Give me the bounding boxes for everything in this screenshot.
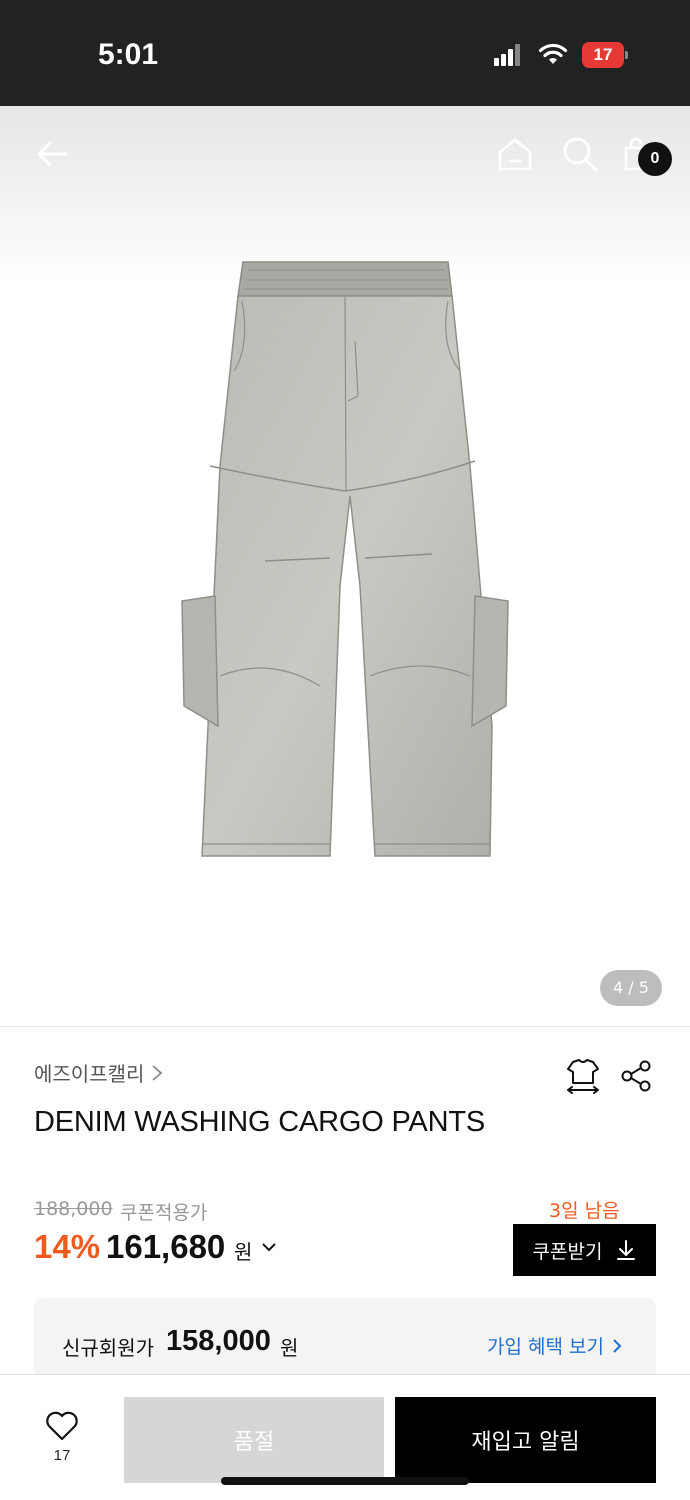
search-icon	[563, 137, 598, 172]
cart-count-badge: 0	[638, 142, 672, 176]
discount-rate: 14%	[34, 1228, 101, 1265]
home-icon	[498, 138, 532, 171]
product-image	[181, 261, 509, 857]
share-icon	[621, 1060, 651, 1092]
size-guide-button[interactable]	[563, 1056, 603, 1096]
download-coupon-button[interactable]: 쿠폰받기	[513, 1224, 656, 1276]
coupon-price-label: 쿠폰적용가	[120, 1202, 208, 1224]
status-time: 5:01	[98, 38, 159, 71]
download-icon	[617, 1240, 636, 1260]
heart-icon	[46, 1411, 78, 1441]
original-price: 188,000	[34, 1198, 113, 1220]
coupon-days-left: 3일 남음	[549, 1200, 620, 1222]
member-price: 158,000	[166, 1325, 271, 1357]
size-guide-icon	[567, 1059, 599, 1094]
product-image-gallery[interactable]: 0 4 / 5	[0, 106, 690, 1026]
restock-alert-button[interactable]: 재입고 알림	[395, 1397, 656, 1483]
divider	[0, 1026, 690, 1027]
join-benefits-link[interactable]: 가입 혜택 보기	[487, 1332, 622, 1359]
like-count: 17	[53, 1447, 71, 1464]
member-currency: 원	[280, 1336, 299, 1360]
product-title: DENIM WASHING CARGO PANTS	[34, 1106, 485, 1138]
coupon-button-label: 쿠폰받기	[532, 1240, 603, 1263]
member-price-label: 신규회원가	[62, 1336, 154, 1360]
chevron-right-icon	[152, 1064, 163, 1081]
share-button[interactable]	[616, 1056, 656, 1096]
cellular-signal-icon	[494, 44, 522, 66]
like-button[interactable]: 17	[36, 1411, 88, 1481]
brand-link[interactable]: 에즈이프캘리	[34, 1058, 164, 1087]
home-indicator	[221, 1477, 469, 1485]
soldout-button: 품절	[124, 1397, 384, 1483]
battery-icon: 17	[582, 42, 628, 68]
status-bar: 5:01 17	[0, 0, 690, 106]
image-page-indicator: 4 / 5	[600, 970, 662, 1006]
sale-price: 161,680	[106, 1228, 226, 1265]
back-arrow-icon	[37, 141, 68, 167]
brand-name: 에즈이프캘리	[34, 1062, 145, 1086]
wifi-icon	[538, 43, 568, 64]
battery-level: 17	[582, 42, 624, 68]
chevron-down-icon[interactable]	[260, 1240, 278, 1254]
bottom-action-bar: 17 품절 재입고 알림	[0, 1374, 690, 1500]
search-button[interactable]	[558, 132, 602, 176]
join-benefits-label: 가입 혜택 보기	[487, 1336, 604, 1358]
back-button[interactable]	[30, 132, 74, 176]
home-button[interactable]	[493, 132, 537, 176]
currency-label: 원	[234, 1240, 253, 1264]
chevron-right-icon	[613, 1338, 622, 1353]
